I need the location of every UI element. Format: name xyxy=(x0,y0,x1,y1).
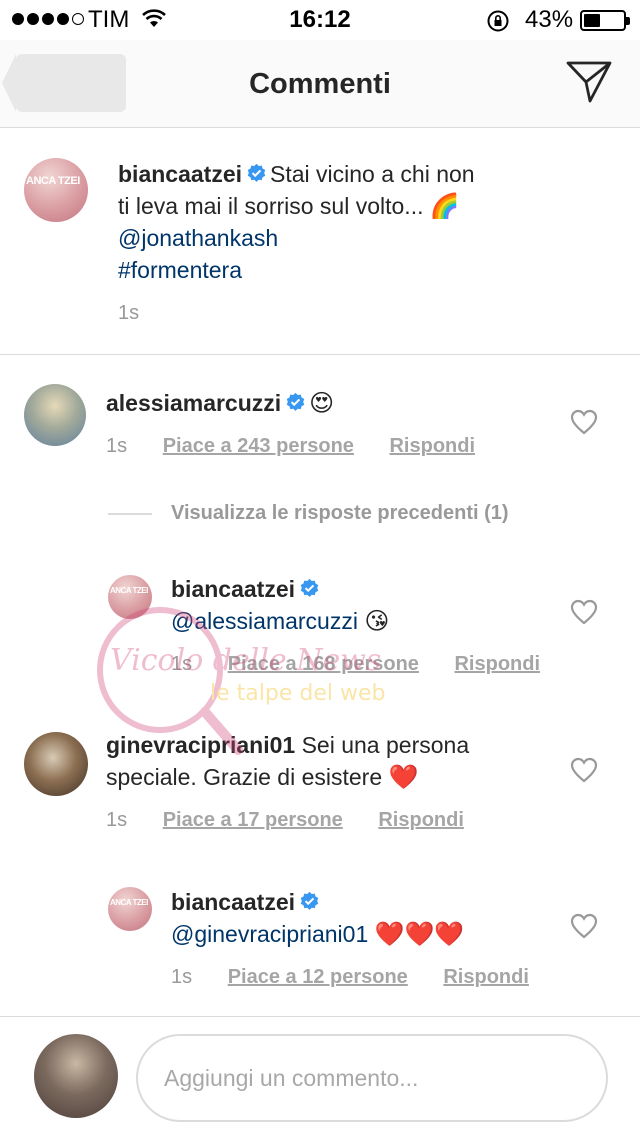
battery-percent: 43% xyxy=(525,6,574,33)
avatar[interactable]: ANCA TZEI xyxy=(108,887,152,931)
heart-icon[interactable] xyxy=(570,409,598,435)
avatar[interactable] xyxy=(24,732,88,796)
avatar-label: ANCA TZEI xyxy=(110,898,148,908)
avatar[interactable] xyxy=(24,384,86,446)
comment-meta: 1s Piace a 243 persone Rispondi xyxy=(106,435,475,458)
caption-hashtag[interactable]: #formentera xyxy=(118,257,242,283)
reply-link[interactable]: Rispondi xyxy=(378,809,464,831)
verified-badge-icon xyxy=(300,891,319,910)
reply-username[interactable]: biancaatzei xyxy=(171,889,295,915)
reply-time: 1s xyxy=(171,966,193,988)
comment-line1: Sei una persona xyxy=(301,732,470,758)
likes-link[interactable]: Piace a 243 persone xyxy=(163,435,354,457)
reply-mention[interactable]: @alessiamarcuzzi xyxy=(171,608,358,634)
reply-mention[interactable]: @ginevracipriani01 xyxy=(171,921,368,947)
comment-input[interactable] xyxy=(136,1034,608,1122)
caption-emoji: 🌈 xyxy=(429,192,460,220)
divider xyxy=(108,512,152,515)
caption-text: biancaatzei Stai vicino a chi non ti leva… xyxy=(118,158,518,286)
comment-username[interactable]: ginevracipriani01 xyxy=(106,732,295,758)
comment-emoji: ❤️ xyxy=(388,763,419,791)
likes-link[interactable]: Piace a 17 persone xyxy=(163,809,343,831)
avatar[interactable]: ANCA TZEI xyxy=(24,158,88,222)
reply-link[interactable]: Rispondi xyxy=(454,653,540,675)
view-previous-replies[interactable]: Visualizza le risposte precedenti (1) xyxy=(108,502,509,525)
status-bar: TIM 16:12 43% xyxy=(0,0,640,40)
avatar[interactable]: ANCA TZEI xyxy=(108,575,152,619)
reply-meta: 1s Piace a 168 persone Rispondi xyxy=(171,653,540,676)
compose-bar xyxy=(0,1016,640,1136)
reply-link[interactable]: Rispondi xyxy=(443,966,529,988)
comment-emoji: 😍 xyxy=(309,389,335,417)
watermark-subtext: le talpe del web xyxy=(210,681,385,706)
caption-line1: Stai vicino a chi non xyxy=(270,161,475,187)
likes-link[interactable]: Piace a 12 persone xyxy=(228,966,408,988)
verified-badge-icon xyxy=(247,163,266,182)
heart-icon[interactable] xyxy=(570,757,598,783)
comment-time: 1s xyxy=(106,435,128,457)
caption-mention[interactable]: @jonathankash xyxy=(118,225,278,251)
verified-badge-icon xyxy=(300,578,319,597)
reply-meta: 1s Piace a 12 persone Rispondi xyxy=(171,966,529,989)
avatar-label: ANCA TZEI xyxy=(26,174,80,187)
reply-time: 1s xyxy=(171,653,193,675)
heart-icon[interactable] xyxy=(570,913,598,939)
battery-icon xyxy=(580,10,630,31)
likes-link[interactable]: Piace a 168 persone xyxy=(228,653,419,675)
verified-badge-icon xyxy=(286,392,305,411)
caption-line2: ti leva mai il sorriso sul volto... xyxy=(118,193,424,219)
divider xyxy=(0,354,640,355)
comment-username[interactable]: alessiamarcuzzi xyxy=(106,390,281,416)
comment-text: alessiamarcuzzi 😍 xyxy=(106,387,556,419)
comment-meta: 1s Piace a 17 persone Rispondi xyxy=(106,809,464,832)
reply-emoji: 😘 xyxy=(364,607,390,635)
reply-username[interactable]: biancaatzei xyxy=(171,576,295,602)
reply-text: biancaatzei @ginevracipriani01 ❤️❤️❤️ xyxy=(171,886,571,950)
comment-text: ginevracipriani01 Sei una persona specia… xyxy=(106,729,556,793)
caption-username[interactable]: biancaatzei xyxy=(118,161,242,187)
rotation-lock-icon xyxy=(487,10,509,32)
view-replies-label: Visualizza le risposte precedenti (1) xyxy=(171,502,509,524)
comment-time: 1s xyxy=(106,809,128,831)
paper-plane-icon[interactable] xyxy=(566,60,612,104)
reply-link[interactable]: Rispondi xyxy=(389,435,475,457)
avatar-label: ANCA TZEI xyxy=(110,586,148,596)
page-title: Commenti xyxy=(249,68,391,100)
comment-line2: speciale. Grazie di esistere xyxy=(106,764,383,790)
navigation-header: Commenti xyxy=(0,40,640,128)
caption-time: 1s xyxy=(118,302,140,324)
reply-text: biancaatzei @alessiamarcuzzi 😘 xyxy=(171,573,571,637)
my-avatar xyxy=(34,1034,118,1118)
reply-emoji: ❤️❤️❤️ xyxy=(374,920,465,948)
heart-icon[interactable] xyxy=(570,599,598,625)
